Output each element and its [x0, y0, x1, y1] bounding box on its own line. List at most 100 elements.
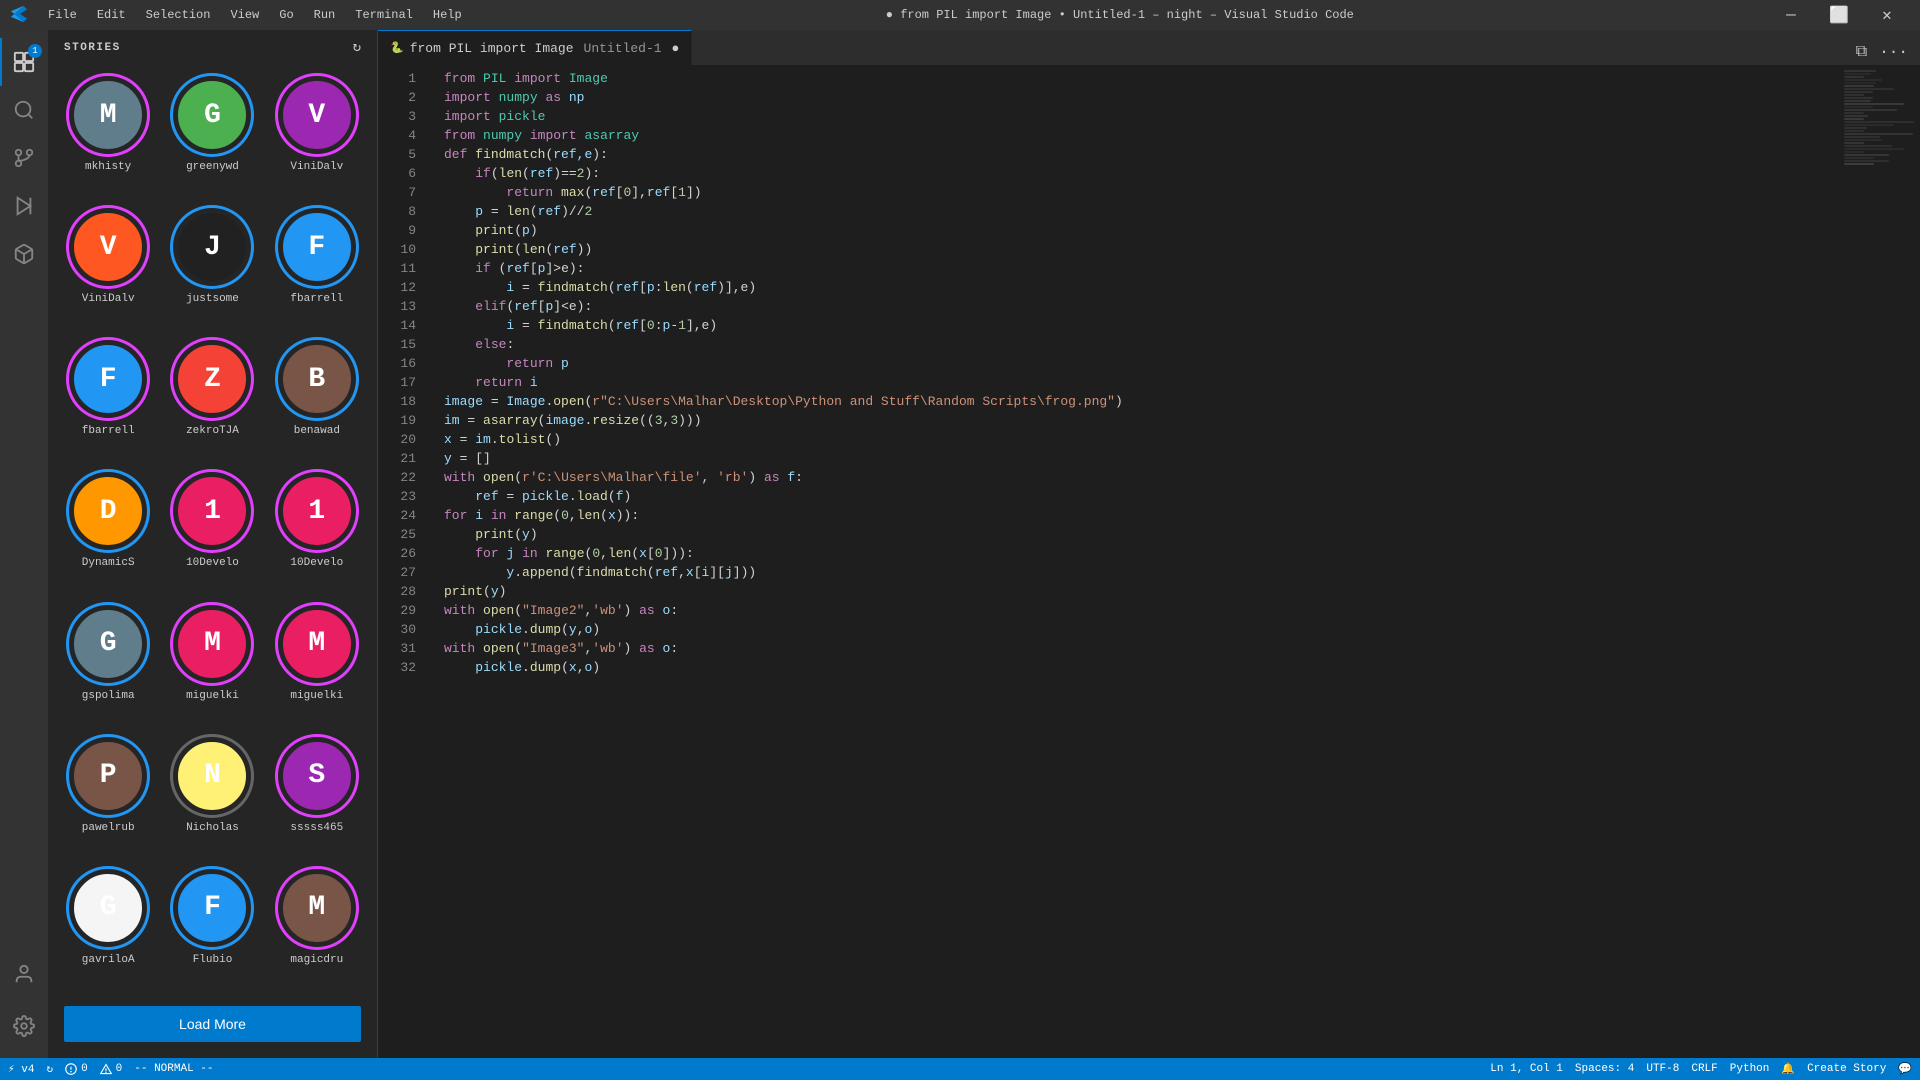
code-line: print(y): [444, 582, 1840, 601]
close-button[interactable]: ✕: [1864, 0, 1910, 30]
minimize-button[interactable]: —: [1768, 0, 1814, 30]
tab-bar: 🐍 from PIL import Image Untitled-1 ● ⧉ ·…: [378, 30, 1920, 65]
story-item[interactable]: S sssss465: [269, 734, 365, 858]
menu-go[interactable]: Go: [269, 4, 303, 26]
refresh-icon[interactable]: ↻: [353, 39, 361, 56]
encoding-item[interactable]: UTF-8: [1646, 1063, 1679, 1075]
code-content[interactable]: from PIL import Imageimport numpy as npi…: [428, 65, 1840, 1058]
errors-item[interactable]: 0: [65, 1063, 88, 1075]
story-item[interactable]: B benawad: [269, 337, 365, 461]
menu-help[interactable]: Help: [423, 4, 472, 26]
story-avatar: G: [66, 602, 150, 686]
activity-settings[interactable]: [0, 1002, 48, 1050]
story-item[interactable]: V ViniDalv: [60, 205, 156, 329]
story-avatar: M: [66, 73, 150, 157]
menu-run[interactable]: Run: [304, 4, 346, 26]
story-item[interactable]: V ViniDalv: [269, 73, 365, 197]
line-number: 28: [378, 582, 416, 601]
feedback-icon[interactable]: 💬: [1898, 1062, 1912, 1076]
create-story-item[interactable]: Create Story: [1807, 1063, 1886, 1075]
story-avatar: N: [170, 734, 254, 818]
story-name: Nicholas: [186, 822, 239, 834]
activity-source-control[interactable]: [0, 134, 48, 182]
tab-label: from PIL import Image: [410, 41, 574, 56]
code-line: with open("Image3",'wb') as o:: [444, 639, 1840, 658]
status-bar: ⚡ v4 ↻ 0 0 -- NORMAL -- Ln 1, Col 1 Spac…: [0, 1058, 1920, 1080]
code-line: i = findmatch(ref[0:p-1],e): [444, 316, 1840, 335]
tab-bar-actions: ⧉ ···: [1852, 39, 1920, 65]
story-avatar: Z: [170, 337, 254, 421]
story-item[interactable]: G greenywd: [164, 73, 260, 197]
story-item[interactable]: F fbarrell: [269, 205, 365, 329]
activity-search[interactable]: [0, 86, 48, 134]
stories-header: STORIES ↻: [48, 30, 377, 65]
line-number: 7: [378, 183, 416, 202]
story-item[interactable]: D DynamicS: [60, 469, 156, 593]
story-item[interactable]: M mkhisty: [60, 73, 156, 197]
activity-extensions-pkg[interactable]: [0, 230, 48, 278]
story-item[interactable]: F fbarrell: [60, 337, 156, 461]
position-item[interactable]: Ln 1, Col 1: [1490, 1063, 1563, 1075]
more-actions-icon[interactable]: ···: [1875, 39, 1912, 65]
line-number: 27: [378, 563, 416, 582]
line-number: 13: [378, 297, 416, 316]
story-avatar: M: [170, 602, 254, 686]
story-item[interactable]: G gspolima: [60, 602, 156, 726]
story-avatar: F: [66, 337, 150, 421]
line-number: 24: [378, 506, 416, 525]
version-item[interactable]: ⚡ v4: [8, 1062, 34, 1076]
warnings-item[interactable]: 0: [100, 1063, 123, 1075]
story-item[interactable]: 1 10Develo: [164, 469, 260, 593]
spaces-item[interactable]: Spaces: 4: [1575, 1063, 1634, 1075]
menu-view[interactable]: View: [220, 4, 269, 26]
story-item[interactable]: N Nicholas: [164, 734, 260, 858]
code-line: print(len(ref)): [444, 240, 1840, 259]
line-number: 17: [378, 373, 416, 392]
title-bar-menu: File Edit Selection View Go Run Terminal…: [38, 4, 472, 26]
menu-file[interactable]: File: [38, 4, 87, 26]
story-avatar: V: [66, 205, 150, 289]
code-line: import numpy as np: [444, 88, 1840, 107]
story-item[interactable]: G gavriloA: [60, 866, 156, 990]
language-item[interactable]: Python: [1730, 1063, 1770, 1075]
activity-account[interactable]: [0, 950, 48, 998]
line-number: 21: [378, 449, 416, 468]
story-avatar: J: [170, 205, 254, 289]
story-item[interactable]: P pawelrub: [60, 734, 156, 858]
story-item[interactable]: 1 10Develo: [269, 469, 365, 593]
story-item[interactable]: M miguelki: [164, 602, 260, 726]
story-name: benawad: [294, 425, 340, 437]
line-number: 15: [378, 335, 416, 354]
story-item[interactable]: M miguelki: [269, 602, 365, 726]
story-item[interactable]: J justsome: [164, 205, 260, 329]
active-tab[interactable]: 🐍 from PIL import Image Untitled-1 ●: [378, 30, 692, 65]
story-name: gavriloA: [82, 954, 135, 966]
bell-icon[interactable]: 🔔: [1781, 1062, 1795, 1076]
code-line: pickle.dump(y,o): [444, 620, 1840, 639]
story-name: zekroTJA: [186, 425, 239, 437]
split-editor-icon[interactable]: ⧉: [1852, 39, 1871, 65]
line-number: 26: [378, 544, 416, 563]
line-number: 5: [378, 145, 416, 164]
code-line: image = Image.open(r"C:\Users\Malhar\Des…: [444, 392, 1840, 411]
sync-icon[interactable]: ↻: [46, 1062, 53, 1076]
code-line: if (ref[p]>e):: [444, 259, 1840, 278]
line-number: 10: [378, 240, 416, 259]
menu-edit[interactable]: Edit: [87, 4, 136, 26]
story-item[interactable]: M magicdru: [269, 866, 365, 990]
load-more-button[interactable]: Load More: [64, 1006, 361, 1042]
activity-extensions[interactable]: 1: [0, 38, 48, 86]
line-ending-item[interactable]: CRLF: [1691, 1063, 1717, 1075]
activity-run[interactable]: [0, 182, 48, 230]
main-container: 1: [0, 30, 1920, 1058]
story-item[interactable]: F Flubio: [164, 866, 260, 990]
story-avatar: B: [275, 337, 359, 421]
code-line: p = len(ref)//2: [444, 202, 1840, 221]
story-avatar: 1: [170, 469, 254, 553]
maximize-button[interactable]: ⬜: [1816, 0, 1862, 30]
menu-terminal[interactable]: Terminal: [345, 4, 423, 26]
code-line: ref = pickle.load(f): [444, 487, 1840, 506]
story-name: ViniDalv: [82, 293, 135, 305]
menu-selection[interactable]: Selection: [136, 4, 221, 26]
story-item[interactable]: Z zekroTJA: [164, 337, 260, 461]
